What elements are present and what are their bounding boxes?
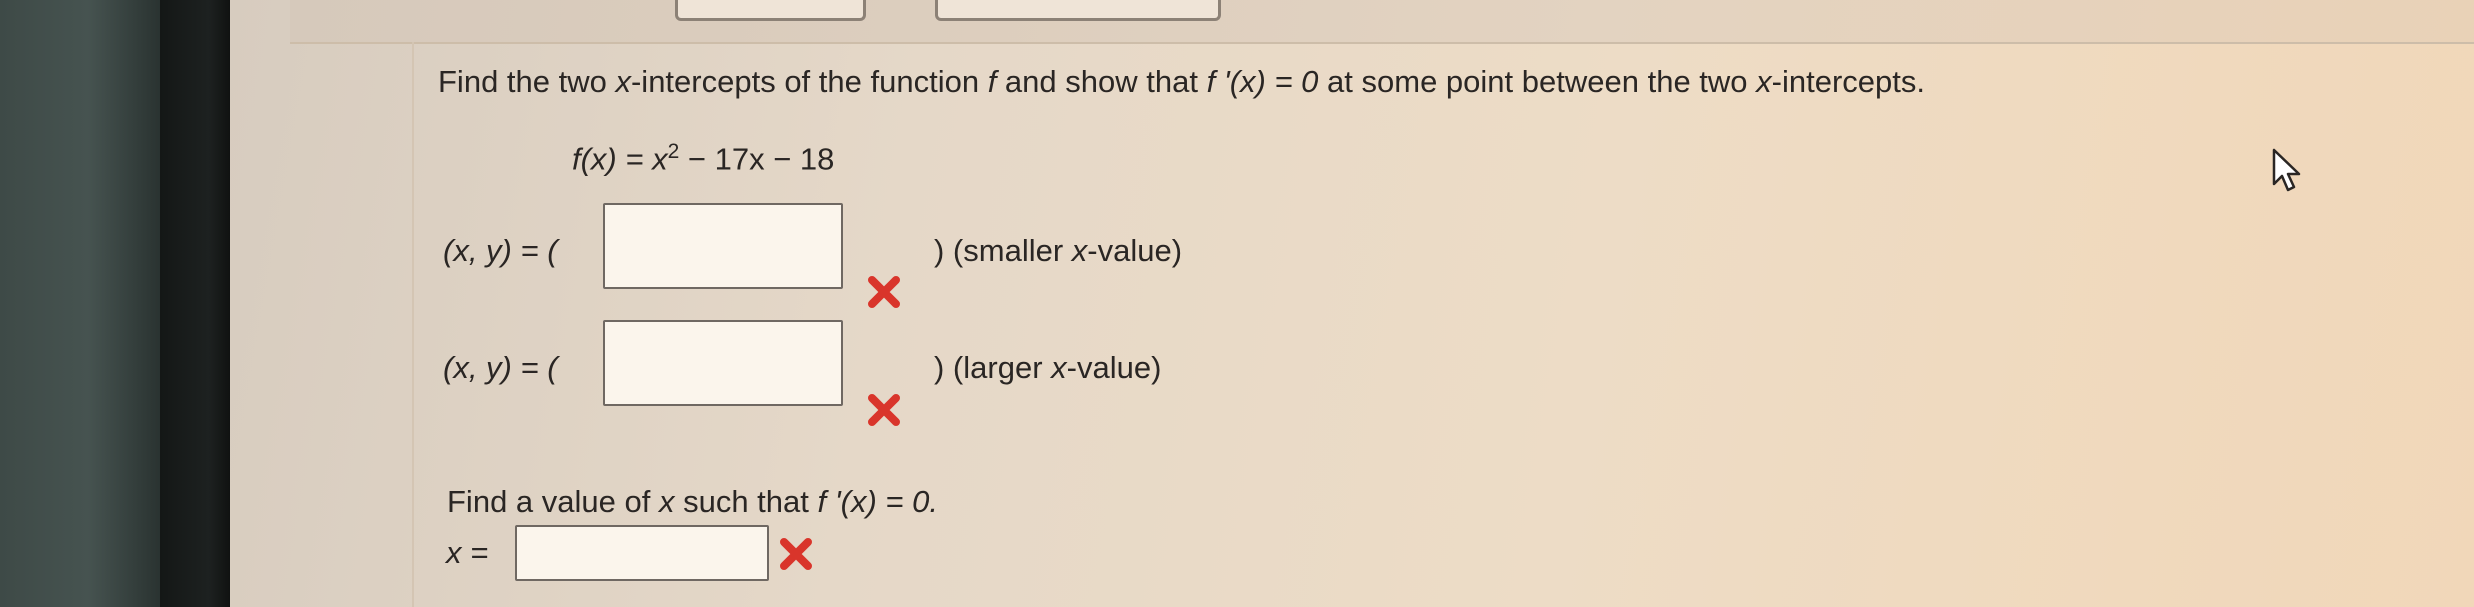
intercept-2-suffix-var: x xyxy=(1051,350,1067,385)
intercept-1-input[interactable] xyxy=(603,203,843,289)
top-toolbar xyxy=(290,0,2474,44)
part2-var-x: x xyxy=(658,484,675,519)
intercept-2-label: (x, y) = ( xyxy=(443,350,558,385)
intercept-2-input[interactable] xyxy=(603,320,843,406)
intercept-1-label: (x, y) = ( xyxy=(443,233,558,268)
pointer-cursor-icon xyxy=(2272,148,2301,192)
content-divider xyxy=(412,42,414,607)
part2-answer-label: x = xyxy=(446,535,489,570)
prompt-var-x: x xyxy=(615,64,631,99)
part2-prompt: Find a value of x such that f '(x) = 0. xyxy=(447,484,938,520)
x-mark-icon xyxy=(868,394,900,426)
toolbar-button-2[interactable] xyxy=(935,0,1221,21)
part2-answer-input[interactable] xyxy=(515,525,769,581)
prompt-text-4: at some point between the two xyxy=(1318,64,1757,99)
question-prompt: Find the two x-intercepts of the functio… xyxy=(438,64,1925,100)
function-lhs: f(x) = x xyxy=(572,141,668,177)
prompt-text-1: Find the two xyxy=(438,64,616,99)
monitor-bezel-edge xyxy=(160,0,230,607)
prompt-text-3: and show that xyxy=(996,64,1207,99)
intercept-1-suffix-var: x xyxy=(1071,233,1088,268)
intercept-1-suffix-end: -value) xyxy=(1087,233,1183,268)
function-definition: f(x) = x2 − 17x − 18 xyxy=(572,140,834,177)
function-exponent: 2 xyxy=(667,140,680,163)
part2-text-2: such that xyxy=(674,484,818,519)
intercept-2-suffix-end: -value) xyxy=(1066,350,1162,385)
intercept-2-suffix: ) (larger x-value) xyxy=(934,350,1161,386)
prompt-var-x2: x xyxy=(1756,64,1772,99)
prompt-derivative: f '(x) = 0 xyxy=(1206,64,1319,99)
intercept-2-suffix-text: ) (larger xyxy=(934,350,1052,385)
intercept-1-suffix-text: ) (smaller xyxy=(934,233,1072,268)
x-mark-icon xyxy=(780,538,812,570)
x-mark-icon xyxy=(868,276,900,308)
prompt-text-5: -intercepts. xyxy=(1771,64,1925,99)
toolbar-button-1[interactable] xyxy=(675,0,866,21)
part2-text-1: Find a value of xyxy=(447,484,659,519)
monitor-bezel xyxy=(0,0,160,607)
part2-derivative: f '(x) = 0. xyxy=(817,484,938,519)
prompt-text-2: -intercepts of the function xyxy=(630,64,988,99)
function-rhs: − 17x − 18 xyxy=(679,141,835,177)
intercept-1-suffix: ) (smaller x-value) xyxy=(934,233,1182,269)
